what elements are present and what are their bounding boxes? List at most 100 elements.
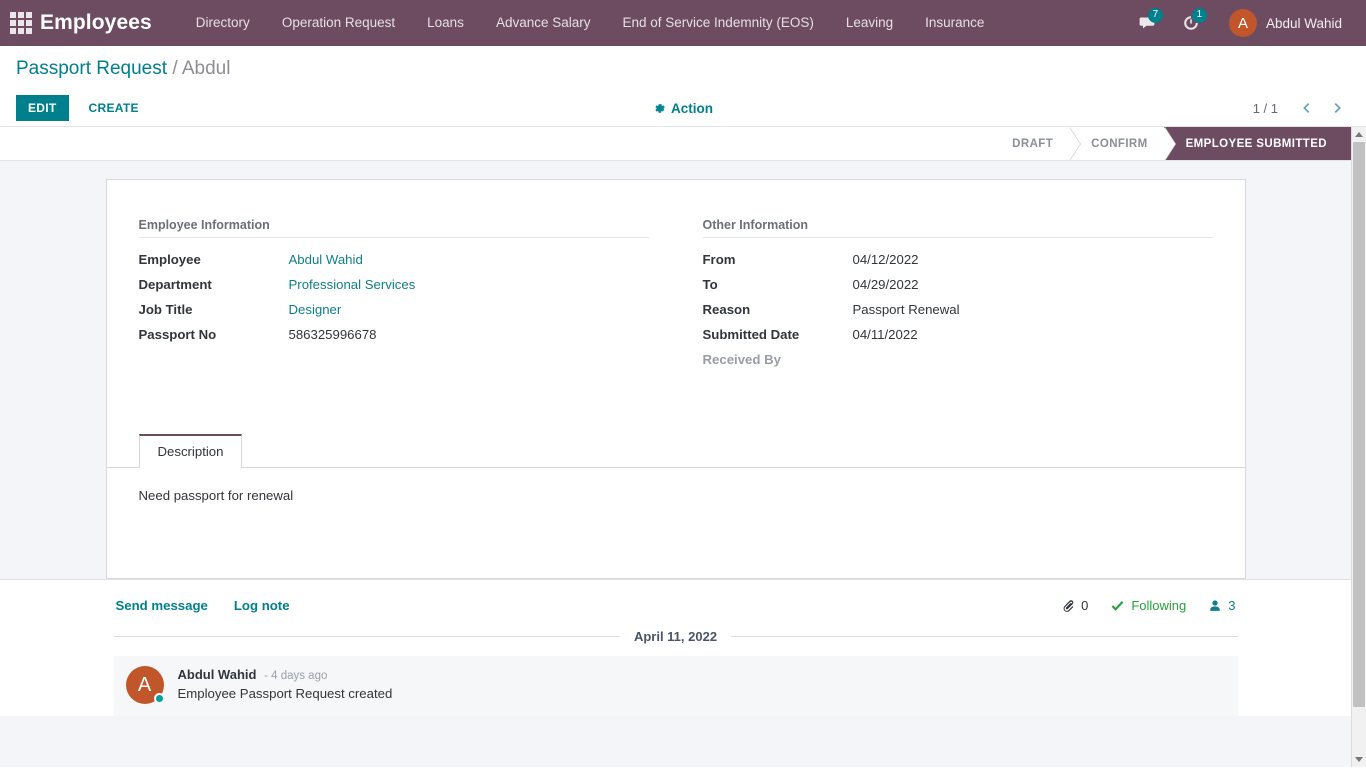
field-value-employee: Abdul Wahid	[289, 248, 649, 273]
chatter-stats: 0 Following 3	[1061, 598, 1236, 613]
activities-button[interactable]: 1	[1171, 0, 1211, 46]
user-menu[interactable]: A Abdul Wahid	[1215, 0, 1352, 46]
followers-button[interactable]: 3	[1208, 598, 1236, 613]
nav-item-advance-salary[interactable]: Advance Salary	[480, 0, 607, 46]
nav-item-end-of-service-indemnity[interactable]: End of Service Indemnity (EOS)	[607, 0, 830, 46]
user-name-label: Abdul Wahid	[1265, 15, 1342, 31]
field-label-from: From	[702, 252, 736, 267]
chevron-left-icon	[1303, 103, 1310, 113]
field-value-to: 04/29/2022	[852, 277, 919, 292]
edit-button[interactable]: EDIT	[16, 95, 69, 121]
field-label-passport-no: Passport No	[138, 327, 217, 342]
messages-button[interactable]: 7	[1127, 0, 1167, 46]
apps-grid-icon[interactable]	[8, 10, 34, 36]
nav-item-operation-request[interactable]: Operation Request	[266, 0, 411, 46]
action-dropdown[interactable]: Action	[653, 101, 713, 116]
form-view-scroll-area: DRAFT CONFIRM EMPLOYEE SUBMITTED Employe…	[0, 127, 1366, 767]
breadcrumb-current-record: Abdul	[181, 58, 231, 79]
statusbar: DRAFT CONFIRM EMPLOYEE SUBMITTED	[990, 127, 1351, 161]
message-header: Abdul Wahid - 4 days ago	[178, 667, 393, 682]
field-row-reason: Reason Passport Renewal	[703, 298, 1213, 323]
status-stage-employee-submitted[interactable]: EMPLOYEE SUBMITTED	[1163, 127, 1351, 160]
message-avatar-initial: A	[137, 673, 152, 696]
field-value-from: 04/12/2022	[852, 252, 919, 267]
separator-rule-left	[113, 636, 620, 637]
activities-count-badge: 1	[1191, 8, 1207, 23]
field-label-submitted-date: Submitted Date	[702, 327, 800, 342]
breadcrumb-root-passport-request[interactable]: Passport Request	[16, 58, 167, 79]
attachments-button[interactable]: 0	[1061, 598, 1088, 613]
field-row-from: From 04/12/2022	[703, 248, 1213, 273]
status-stage-draft[interactable]: DRAFT	[990, 127, 1082, 161]
following-button[interactable]: Following	[1110, 598, 1186, 613]
message-item: A Abdul Wahid - 4 days ago Employee Pass…	[113, 656, 1238, 716]
control-panel: Passport Request / Abdul EDIT CREATE Act…	[0, 46, 1366, 127]
field-row-received-by: Received By	[703, 348, 1213, 373]
main-menu: Directory Operation Request Loans Advanc…	[180, 0, 1001, 46]
field-value-reason: Passport Renewal	[852, 302, 960, 317]
field-row-passport-no: Passport No 586325996678	[139, 323, 649, 348]
field-label-employee: Employee	[138, 252, 201, 267]
form-sheet: Employee Information Employee Abdul Wahi…	[105, 179, 1246, 579]
status-stage-confirm[interactable]: CONFIRM	[1069, 127, 1177, 161]
control-panel-buttons: EDIT CREATE Action 1 / 1	[16, 90, 1350, 126]
following-label: Following	[1131, 598, 1187, 613]
online-status-dot	[153, 693, 165, 704]
pager-value: 1 / 1	[1252, 100, 1278, 116]
scroll-up-arrow-icon[interactable]	[1352, 127, 1366, 142]
message-timestamp: - 4 days ago	[264, 670, 328, 682]
nav-item-leaving[interactable]: Leaving	[830, 0, 909, 46]
nav-item-directory[interactable]: Directory	[180, 0, 266, 46]
message-avatar: A	[125, 666, 165, 704]
other-information-fields: From 04/12/2022 To 04/29/2022 Reason Pas…	[703, 248, 1213, 373]
pager-next-button[interactable]	[1324, 95, 1350, 121]
chatter-toolbar: Send message Log note 0 Following 3	[106, 594, 1246, 629]
field-value-submitted-date: 04/11/2022	[852, 327, 918, 342]
description-text: Need passport for renewal	[138, 488, 294, 503]
user-icon	[1210, 599, 1220, 611]
field-label-job-title: Job Title	[138, 302, 193, 317]
field-value-passport-no: 586325996678	[288, 327, 377, 342]
breadcrumb: Passport Request / Abdul	[16, 56, 1350, 82]
field-row-submitted-date: Submitted Date 04/11/2022	[703, 323, 1213, 348]
separator-rule-right	[731, 636, 1238, 637]
field-row-job-title: Job Title Designer	[139, 298, 649, 323]
systray: 7 1 A Abdul Wahid	[1127, 0, 1356, 46]
gear-icon	[655, 103, 665, 113]
send-message-button[interactable]: Send message	[116, 598, 208, 613]
paperclip-icon	[1063, 599, 1074, 612]
statusbar-container: DRAFT CONFIRM EMPLOYEE SUBMITTED	[0, 127, 1351, 161]
vertical-scrollbar[interactable]	[1351, 127, 1366, 767]
department-link[interactable]: Professional Services	[289, 277, 416, 292]
group-other-information: Other Information From 04/12/2022 To 04/…	[702, 218, 1213, 373]
record-pager: 1 / 1	[1253, 95, 1350, 121]
chatter: Send message Log note 0 Following 3 Apri…	[0, 579, 1351, 716]
tab-description[interactable]: Description	[138, 434, 243, 468]
followers-count: 3	[1228, 598, 1236, 613]
nav-item-loans[interactable]: Loans	[411, 0, 480, 46]
create-button[interactable]: CREATE	[77, 95, 151, 121]
employee-link[interactable]: Abdul Wahid	[289, 252, 363, 267]
field-label-received-by: Received By	[702, 352, 781, 367]
group-title-other-information: Other Information	[702, 218, 1213, 238]
message-text: Employee Passport Request created	[177, 686, 393, 701]
field-value-received-by	[853, 348, 1213, 373]
field-label-reason: Reason	[702, 302, 751, 317]
check-icon	[1111, 601, 1124, 611]
scroll-down-arrow-icon[interactable]	[1352, 752, 1366, 767]
message-date-label: April 11, 2022	[633, 629, 718, 644]
field-row-to: To 04/29/2022	[703, 273, 1213, 298]
avatar: A	[1228, 9, 1257, 37]
nav-item-insurance[interactable]: Insurance	[909, 0, 1000, 46]
top-navbar: Employees Directory Operation Request Lo…	[0, 0, 1366, 46]
log-note-button[interactable]: Log note	[234, 598, 290, 613]
job-title-link[interactable]: Designer	[289, 302, 342, 317]
breadcrumb-separator: /	[172, 58, 178, 79]
notebook: Description Need passport for renewal	[106, 433, 1245, 548]
scrollbar-thumb[interactable]	[1353, 142, 1365, 707]
app-brand-employees[interactable]: Employees	[40, 11, 152, 35]
field-row-employee: Employee Abdul Wahid	[139, 248, 649, 273]
pager-previous-button[interactable]	[1294, 95, 1320, 121]
field-row-department: Department Professional Services	[139, 273, 649, 298]
scrollbar-track[interactable]	[1352, 142, 1366, 752]
